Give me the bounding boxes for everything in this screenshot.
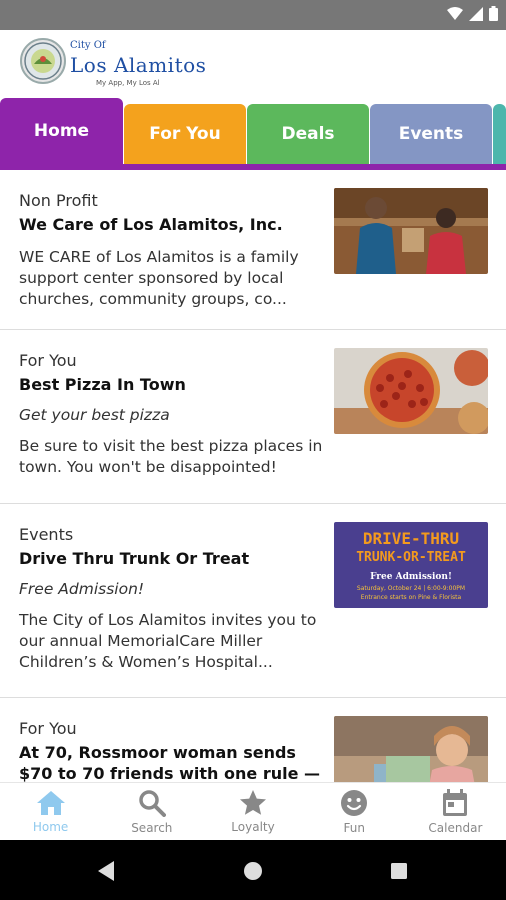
calendar-icon (443, 788, 468, 816)
card-title: We Care of Los Alamitos, Inc. (19, 215, 283, 234)
tab-for-you[interactable]: For You (124, 104, 246, 164)
wifi-icon (447, 6, 463, 20)
poster-line-3: Free Admission! (370, 572, 452, 582)
feed-card-rossmoor[interactable]: For You At 70, Rossmoor woman sends $70 … (0, 698, 506, 782)
tab-home[interactable]: Home (0, 98, 123, 164)
card-thumbnail-volunteers (334, 188, 488, 274)
card-thumbnail-event-poster: DRIVE-THRU TRUNK-OR-TREAT Free Admission… (334, 522, 488, 608)
poster-line-5: Entrance starts on Pine & Florista (360, 594, 462, 601)
home-icon (36, 790, 65, 815)
card-category: For You (19, 719, 77, 738)
card-category: Events (19, 525, 74, 544)
bottom-navigation: Home Search Loyalty Fun Calendar (0, 782, 506, 840)
card-description: The City of Los Alamitos invites you to … (19, 611, 317, 671)
card-category: Non Profit (19, 191, 98, 210)
city-name-label: Los Alamitos (70, 53, 207, 77)
nav-search-label: Search (131, 820, 173, 835)
city-of-label: City Of (70, 40, 106, 51)
search-icon (139, 789, 166, 817)
nav-home-label: Home (32, 819, 69, 834)
card-subtitle: Get your best pizza (19, 406, 170, 424)
feed-list: Non Profit We Care of Los Alamitos, Inc.… (0, 170, 506, 782)
battery-icon (489, 6, 498, 21)
card-title: At 70, Rossmoor woman sends $70 to 70 fr… (19, 743, 321, 782)
app-header: City Of Los Alamitos My App, My Los Al (0, 30, 506, 100)
nav-calendar-label: Calendar (428, 820, 483, 835)
recents-icon[interactable] (390, 862, 408, 880)
card-thumbnail-rossmoor-woman (334, 716, 488, 782)
tab-more[interactable] (493, 104, 506, 164)
smiley-icon (341, 789, 368, 816)
poster-line-2: TRUNK-OR-TREAT (356, 550, 466, 565)
signal-icon (469, 6, 483, 21)
card-title: Best Pizza In Town (19, 375, 186, 394)
poster-line-1: DRIVE-THRU (362, 529, 460, 548)
card-thumbnail-pizza (334, 348, 488, 434)
nav-loyalty-label: Loyalty (231, 820, 275, 834)
system-navigation-bar (0, 840, 506, 900)
nav-calendar[interactable]: Calendar (405, 783, 506, 840)
category-tabs: Home For You Deals Events (0, 98, 506, 170)
card-title: Drive Thru Trunk Or Treat (19, 549, 250, 568)
card-description: Be sure to visit the best pizza places i… (19, 437, 323, 476)
nav-fun[interactable]: Fun (304, 783, 405, 840)
home-button-icon[interactable] (243, 861, 263, 881)
city-wordmark: City Of Los Alamitos My App, My Los Al (70, 40, 206, 87)
feed-card-pizza[interactable]: For You Best Pizza In Town Get your best… (0, 330, 506, 504)
star-icon (240, 790, 266, 815)
card-category: For You (19, 351, 77, 370)
status-bar (0, 0, 506, 30)
nav-loyalty[interactable]: Loyalty (202, 783, 303, 840)
city-seal-logo (20, 38, 66, 84)
back-icon[interactable] (96, 860, 116, 882)
feed-card-we-care[interactable]: Non Profit We Care of Los Alamitos, Inc.… (0, 170, 506, 330)
poster-line-4: Saturday, October 24 | 6:00-9:00PM (356, 585, 466, 592)
feed-card-trunk-or-treat[interactable]: Events Drive Thru Trunk Or Treat Free Ad… (0, 504, 506, 698)
nav-home[interactable]: Home (0, 783, 101, 840)
tab-deals[interactable]: Deals (247, 104, 369, 164)
card-subtitle: Free Admission! (19, 580, 145, 598)
nav-fun-label: Fun (343, 820, 365, 835)
card-description: WE CARE of Los Alamitos is a family supp… (19, 248, 299, 308)
tagline: My App, My Los Al (96, 79, 160, 87)
tab-events[interactable]: Events (370, 104, 492, 164)
nav-search[interactable]: Search (101, 783, 202, 840)
